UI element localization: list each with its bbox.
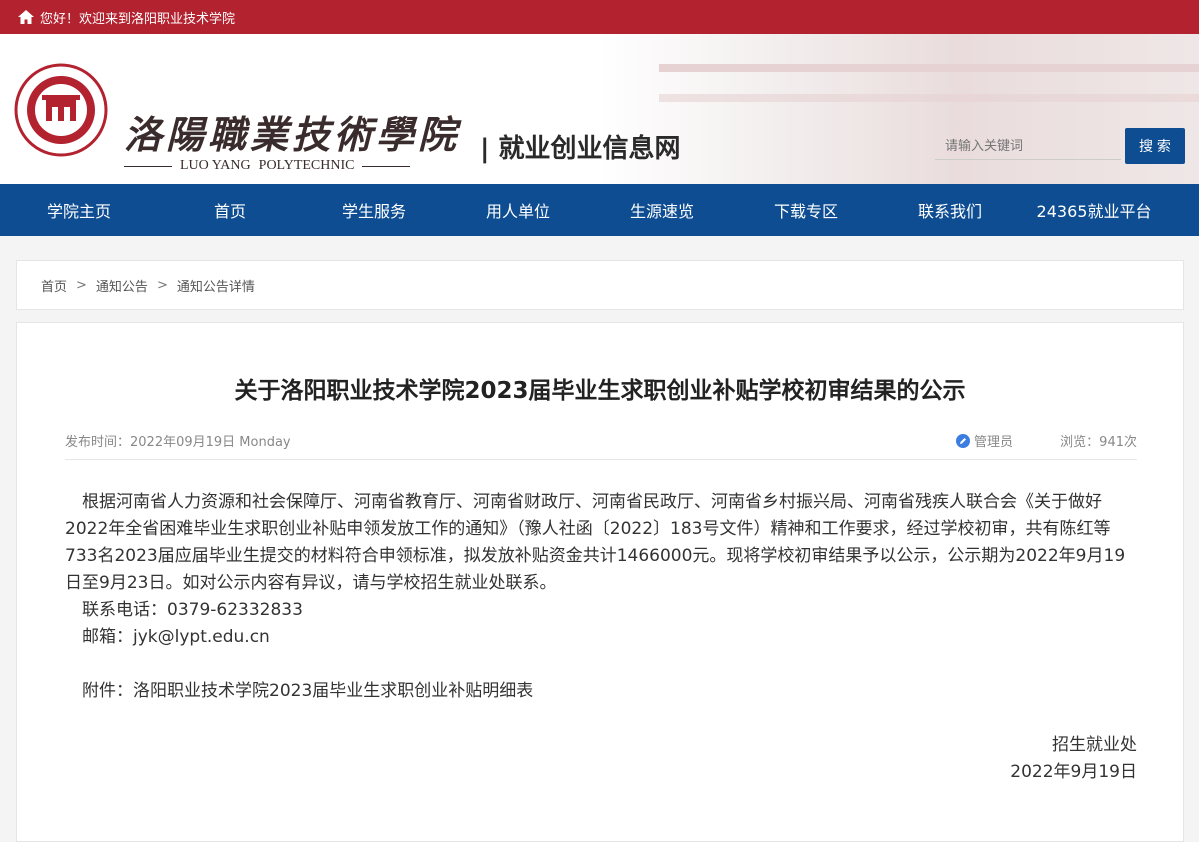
article-title: 关于洛阳职业技术学院2023届毕业生求职创业补贴学校初审结果的公示 — [234, 378, 966, 404]
nav-contact[interactable]: 联系我们 — [878, 184, 1022, 236]
search-input[interactable] — [935, 132, 1121, 160]
breadcrumb-home[interactable]: 首页 — [41, 276, 67, 295]
author-name: 管理员 — [973, 435, 1013, 450]
breadcrumb-notices[interactable]: 通知公告 — [96, 276, 148, 295]
home-icon[interactable] — [18, 10, 34, 24]
article-meta: 发布时间：2022年09月19日 Monday 管理员 浏览：941次 — [65, 429, 1137, 460]
search-button[interactable]: 搜 索 — [1125, 128, 1185, 164]
search-box: 搜 索 — [935, 128, 1185, 164]
article-paragraph: 根据河南省人力资源和社会保障厅、河南省教育厅、河南省财政厅、河南省民政厅、河南省… — [65, 492, 1126, 593]
view-count: 浏览：941次 — [1060, 435, 1137, 450]
article-panel: 关于洛阳职业技术学院2023届毕业生求职创业补贴学校初审结果的公示 发布时间：2… — [16, 322, 1184, 842]
attachment-link[interactable]: 附件：洛阳职业技术学院2023届毕业生求职创业补贴明细表 — [65, 678, 1137, 705]
nav-home[interactable]: 首页 — [158, 184, 302, 236]
contact-email: 邮箱：jyk@lypt.edu.cn — [82, 627, 270, 647]
nav-24365-platform[interactable]: 24365就业平台 — [1022, 184, 1166, 236]
welcome-text: 您好！欢迎来到洛阳职业技术学院 — [40, 11, 236, 27]
article-author: 管理员 — [955, 431, 1013, 450]
breadcrumb-current: 通知公告详情 — [176, 279, 255, 295]
nav-downloads[interactable]: 下载专区 — [734, 184, 878, 236]
site-header: 洛陽職業技術學院 LUO YANG POLYTECHNIC | 就业创业信息网 … — [0, 34, 1199, 184]
breadcrumb-separator: > — [156, 277, 168, 293]
school-name-en-part1: LUO YANG — [180, 158, 251, 173]
contact-phone: 联系电话：0379-62332833 — [82, 600, 303, 620]
school-name-en: LUO YANG POLYTECHNIC — [124, 158, 411, 174]
signer: 招生就业处 — [1052, 735, 1137, 755]
school-name-en-part2: POLYTECHNIC — [258, 158, 355, 173]
publish-time: 发布时间：2022年09月19日 Monday — [65, 435, 291, 450]
main-nav: 学院主页 首页 学生服务 用人单位 生源速览 下载专区 联系我们 24365就业… — [0, 184, 1199, 236]
nav-college-home[interactable]: 学院主页 — [0, 184, 158, 236]
nav-employer[interactable]: 用人单位 — [446, 184, 590, 236]
nav-student-service[interactable]: 学生服务 — [302, 184, 446, 236]
article-body: 根据河南省人力资源和社会保障厅、河南省教育厅、河南省财政厅、河南省民政厅、河南省… — [65, 489, 1137, 786]
school-logo-icon[interactable] — [14, 63, 108, 157]
nav-graduates-overview[interactable]: 生源速览 — [590, 184, 734, 236]
breadcrumb-separator: > — [76, 277, 87, 293]
site-title: | 就业创业信息网 — [480, 134, 681, 164]
top-welcome-bar: 您好！欢迎来到洛阳职业技术学院 — [0, 0, 1199, 34]
sign-date: 2022年9月19日 — [1010, 762, 1137, 782]
edit-icon — [955, 433, 970, 448]
breadcrumb: 首页 > 通知公告 > 通知公告详情 — [16, 260, 1184, 310]
school-name-cn: 洛陽職業技術學院 — [124, 112, 461, 157]
